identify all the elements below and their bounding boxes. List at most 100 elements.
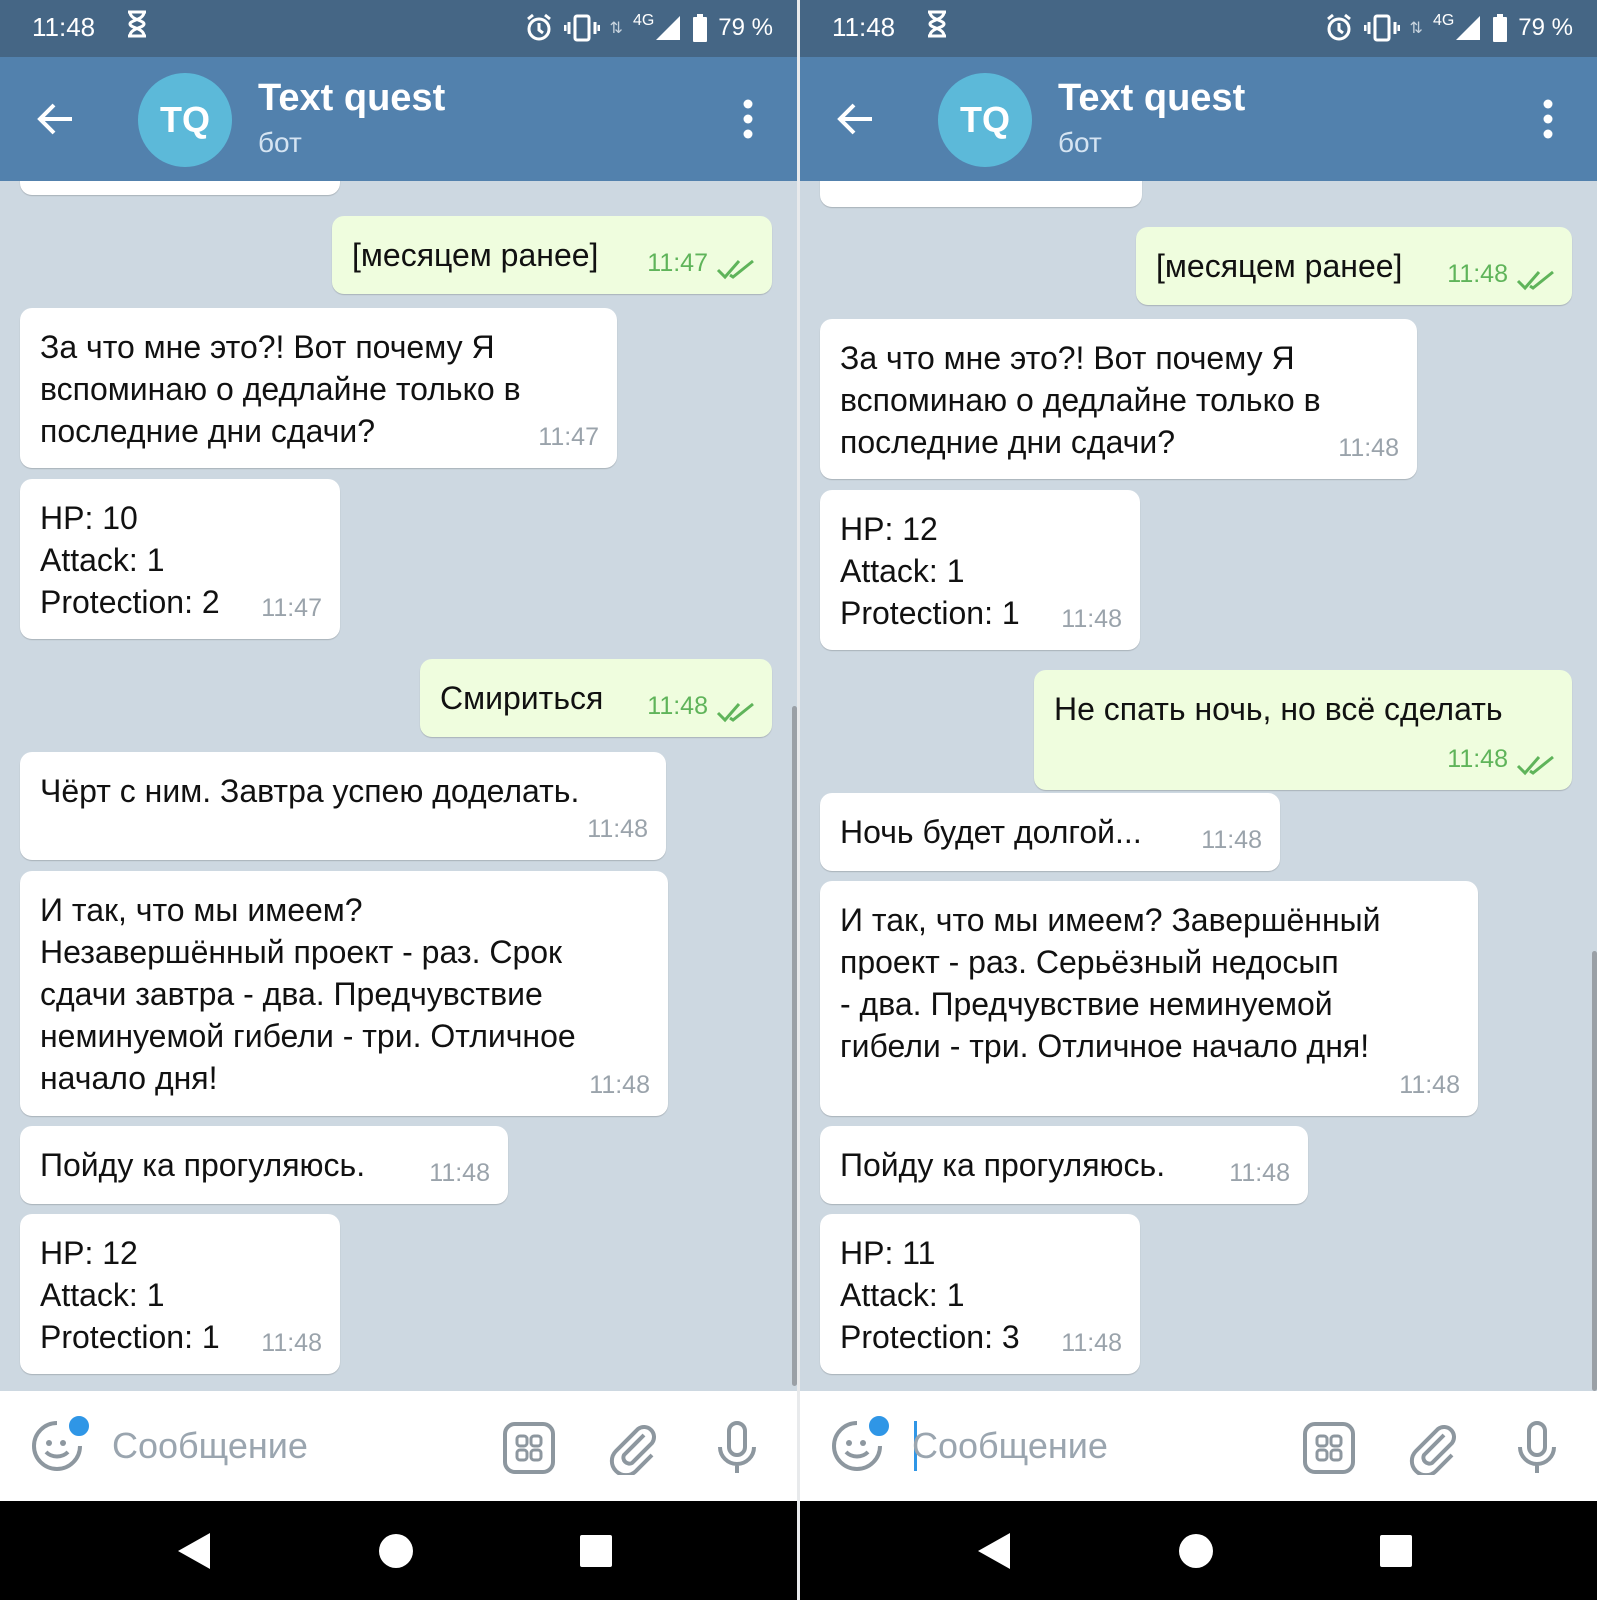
message-bubble-outgoing[interactable]: Смириться 11:48: [420, 659, 772, 737]
message-time: 11:47: [647, 249, 708, 277]
bot-keyboard-icon[interactable]: [1302, 1421, 1356, 1475]
message-bubble-outgoing[interactable]: [месяцем ранее] 11:48: [1136, 227, 1572, 305]
vibrate-icon: [1363, 14, 1400, 42]
message-input-bar: Сообщение: [0, 1391, 797, 1501]
message-bubble-incoming[interactable]: HP: 10 Attack: 1 Protection: 2 11:47: [20, 479, 340, 639]
message-list[interactable]: [месяцем ранее] 11:47 За что мне это?! В…: [0, 181, 797, 1391]
nav-back-icon[interactable]: [976, 1531, 1012, 1571]
message-text: Пойду ка прогуляюсь.: [840, 1147, 1166, 1183]
chat-header: TQ Text quest бот: [0, 57, 797, 181]
message-bubble-partial: [820, 181, 1142, 207]
status-time: 11:48: [32, 12, 96, 42]
nav-home-icon[interactable]: [1178, 1531, 1214, 1571]
nav-recents-icon[interactable]: [1378, 1531, 1414, 1571]
message-text: [месяцем ранее]: [1156, 248, 1403, 284]
message-time: 11:47: [261, 594, 322, 622]
system-nav-bar: [0, 1501, 797, 1600]
more-options-icon[interactable]: [1543, 99, 1553, 139]
attach-paperclip-icon[interactable]: [1406, 1421, 1460, 1475]
message-time: 11:47: [538, 423, 599, 451]
avatar[interactable]: TQ: [138, 73, 232, 167]
battery-level: 79 %: [1518, 14, 1573, 41]
message-text: Пойду ка прогуляюсь.: [40, 1147, 366, 1183]
message-bubble-outgoing[interactable]: [месяцем ранее] 11:47: [332, 216, 772, 294]
message-time: 11:48: [589, 1071, 650, 1099]
message-text: И так, что мы имеем? Завершённый проект …: [840, 902, 1381, 1064]
message-time: 11:48: [261, 1329, 322, 1357]
scrollbar[interactable]: [1592, 951, 1597, 1391]
message-input-bar: Сообщение: [800, 1391, 1597, 1501]
message-bubble-incoming[interactable]: За что мне это?! Вот почему Я вспоминаю …: [820, 319, 1417, 479]
chat-title[interactable]: Text quest: [258, 77, 445, 120]
message-text: Ночь будет долгой...: [840, 814, 1142, 850]
message-bubble-incoming[interactable]: Пойду ка прогуляюсь. 11:48: [820, 1126, 1308, 1204]
chat-subtitle: бот: [1058, 127, 1102, 158]
system-nav-bar: [800, 1501, 1597, 1600]
chat-title[interactable]: Text quest: [1058, 77, 1245, 120]
message-time: 11:48: [1447, 260, 1508, 288]
bot-keyboard-icon[interactable]: [502, 1421, 556, 1475]
message-time: 11:48: [1229, 1159, 1290, 1187]
message-bubble-incoming[interactable]: За что мне это?! Вот почему Я вспоминаю …: [20, 308, 617, 468]
message-input[interactable]: Сообщение: [112, 1425, 308, 1467]
message-bubble-incoming[interactable]: HP: 12 Attack: 1 Protection: 1 11:48: [20, 1214, 340, 1374]
double-check-icon: [716, 702, 754, 723]
message-time: 11:48: [647, 692, 708, 720]
message-time: 11:48: [1061, 1329, 1122, 1357]
status-bar: 11:48 ⇅ 4G 79 %: [800, 0, 1597, 57]
attach-paperclip-icon[interactable]: [606, 1421, 660, 1475]
network-type: 4G: [1432, 12, 1455, 29]
signal-icon: [1456, 16, 1481, 40]
nav-recents-icon[interactable]: [578, 1531, 614, 1571]
message-bubble-outgoing[interactable]: Не спать ночь, но всё сделать 11:48: [1034, 670, 1572, 790]
microphone-icon[interactable]: [1510, 1421, 1564, 1475]
message-list[interactable]: [месяцем ранее] 11:48 За что мне это?! В…: [800, 181, 1597, 1391]
double-check-icon: [716, 259, 754, 280]
vibrate-icon: [563, 14, 600, 42]
nav-back-icon[interactable]: [176, 1531, 212, 1571]
battery-icon: [693, 14, 708, 42]
data-arrows-icon: ⇅: [1409, 20, 1423, 37]
chat-header: TQ Text quest бот: [800, 57, 1597, 181]
status-time: 11:48: [832, 12, 896, 42]
nav-home-icon[interactable]: [378, 1531, 414, 1571]
back-arrow-icon[interactable]: [836, 99, 876, 139]
battery-icon: [1493, 14, 1508, 42]
microphone-icon[interactable]: [710, 1421, 764, 1475]
data-arrows-icon: ⇅: [609, 20, 623, 37]
battery-level: 79 %: [718, 14, 773, 41]
alarm-icon: [1326, 13, 1351, 41]
message-bubble-incoming[interactable]: И так, что мы имеем? Незавершённый проек…: [20, 871, 668, 1116]
alarm-icon: [526, 13, 551, 41]
message-bubble-incoming[interactable]: Ночь будет долгой... 11:48: [820, 793, 1280, 871]
message-time: 11:48: [1061, 605, 1122, 633]
message-bubble-incoming[interactable]: HP: 11 Attack: 1 Protection: 3 11:48: [820, 1214, 1140, 1374]
message-text: За что мне это?! Вот почему Я вспоминаю …: [840, 340, 1321, 460]
avatar[interactable]: TQ: [938, 73, 1032, 167]
message-input[interactable]: Сообщение: [912, 1425, 1108, 1467]
message-bubble-partial: [20, 181, 340, 195]
notification-dot: [866, 1413, 892, 1439]
double-check-icon: [1516, 270, 1554, 291]
hourglass-icon: [128, 10, 146, 38]
status-bar: 11:48 ⇅ 4G 79 %: [0, 0, 797, 57]
message-time: 11:48: [1447, 745, 1508, 773]
message-bubble-incoming[interactable]: И так, что мы имеем? Завершённый проект …: [820, 881, 1478, 1116]
message-text: Смириться: [440, 680, 604, 716]
message-bubble-incoming[interactable]: HP: 12 Attack: 1 Protection: 1 11:48: [820, 490, 1140, 650]
message-text: Не спать ночь, но всё сделать: [1054, 691, 1503, 727]
message-bubble-incoming[interactable]: Пойду ка прогуляюсь. 11:48: [20, 1126, 508, 1204]
chat-subtitle: бот: [258, 127, 302, 158]
message-time: 11:48: [429, 1159, 490, 1187]
message-time: 11:48: [1201, 826, 1262, 854]
message-text: HP: 12 Attack: 1 Protection: 1: [840, 511, 1020, 631]
more-options-icon[interactable]: [743, 99, 753, 139]
back-arrow-icon[interactable]: [36, 99, 76, 139]
chat-screen-right: 11:48 ⇅ 4G 79 % TQ Text quest бот [месяц…: [800, 0, 1597, 1600]
signal-icon: [656, 16, 681, 40]
message-bubble-incoming[interactable]: Чёрт с ним. Завтра успею доделать. 11:48: [20, 752, 666, 860]
message-text: Чёрт с ним. Завтра успею доделать.: [40, 773, 580, 809]
message-text: HP: 12 Attack: 1 Protection: 1: [40, 1235, 220, 1355]
message-text: HP: 10 Attack: 1 Protection: 2: [40, 500, 220, 620]
message-text: HP: 11 Attack: 1 Protection: 3: [840, 1235, 1020, 1355]
